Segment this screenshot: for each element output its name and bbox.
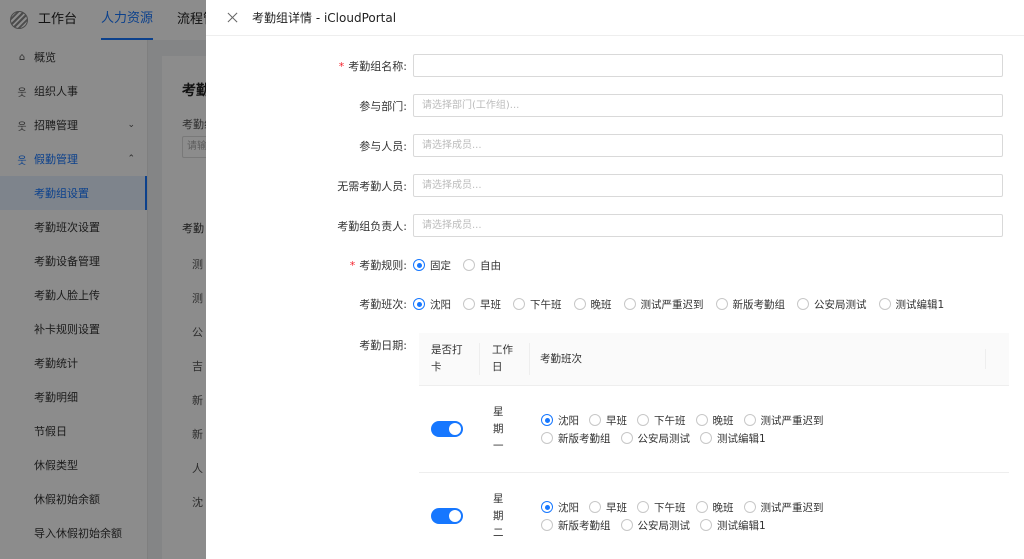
radio-dot-icon [463,259,475,271]
field-label: 考勤日期: [359,339,407,352]
radio-dot-icon [541,432,553,444]
rule-radio-free[interactable]: 自由 [463,258,501,273]
exempt-select[interactable]: 请选择成员... [413,174,1003,197]
radio-dot-icon [513,298,525,310]
th-punch: 是否打卡 [431,344,463,373]
shift-radio[interactable]: 沈阳 [413,297,451,312]
shift-radio[interactable]: 早班 [589,413,627,428]
table-row: 星期二 沈阳 早班 下午班 晚班 测试严重迟到 新版考勤组 公安局测试 测试编辑… [419,473,1009,559]
shift-radio-group: 沈阳 早班 下午班 晚班 测试严重迟到 新版考勤组 公安局测试 测试编辑1 [413,297,956,312]
field-label: 考勤班次: [359,298,407,311]
punch-toggle[interactable] [431,508,463,524]
shift-radio[interactable]: 新版考勤组 [715,297,785,312]
radio-dot-icon [413,259,425,271]
shift-radio[interactable]: 公安局测试 [797,297,867,312]
radio-dot-icon [797,298,809,310]
field-exempt: 无需考勤人员: 请选择成员... [206,174,1003,197]
field-label: 无需考勤人员: [337,179,407,193]
radio-dot-icon [637,414,649,426]
shift-radio[interactable]: 测试严重迟到 [623,297,704,312]
shift-radio[interactable]: 下午班 [637,500,686,515]
detail-drawer: 考勤组详情 - iCloudPortal * 考勤组名称: 参与部门: 请选择部门… [206,0,1024,559]
field-label: 考勤组负责人: [337,219,407,233]
shift-radio[interactable]: 新版考勤组 [541,431,611,446]
shift-radio[interactable]: 测试编辑1 [700,518,766,533]
th-day: 工作日 [479,343,529,375]
radio-dot-icon [695,501,708,513]
radio-dot-icon [541,519,553,531]
dept-select[interactable]: 请选择部门(工作组)... [413,94,1003,117]
shift-radio[interactable]: 晚班 [573,297,612,312]
drawer-title: 考勤组详情 - iCloudPortal [252,11,397,25]
radio-dot-icon [700,519,712,531]
row-shift-radio-group: 沈阳 早班 下午班 晚班 测试严重迟到 新版考勤组 公安局测试 测试编辑1 [541,500,841,533]
shift-radio[interactable]: 早班 [589,500,627,515]
shift-radio[interactable]: 公安局测试 [620,431,690,446]
field-owner: 考勤组负责人: 请选择成员... [206,214,1003,237]
radio-dot-icon [878,298,891,310]
shift-radio[interactable]: 测试严重迟到 [743,500,824,515]
date-table-header: 是否打卡 工作日 考勤班次 [419,333,1009,386]
row-shift-radio-group: 沈阳 早班 下午班 晚班 测试严重迟到 新版考勤组 公安局测试 测试编辑1 [541,413,841,446]
radio-dot-icon [620,432,633,444]
required-mark: * [338,59,345,73]
field-date: 考勤日期: [206,337,413,353]
field-dept: 参与部门: 请选择部门(工作组)... [206,94,1003,117]
field-label: * 考勤规则: [349,259,407,272]
radio-dot-icon [695,414,708,426]
shift-radio[interactable]: 测试编辑1 [700,431,766,446]
radio-dot-icon [541,501,553,513]
radio-dot-icon [589,414,601,426]
th-divider [985,349,1009,369]
field-label: 参与人员: [359,139,407,153]
members-select[interactable]: 请选择成员... [413,134,1003,157]
day-label: 星期二 [493,492,504,539]
radio-dot-icon [463,298,475,310]
radio-dot-icon [573,298,586,310]
shift-radio[interactable]: 测试严重迟到 [743,413,824,428]
owner-select[interactable]: 请选择成员... [413,214,1003,237]
radio-dot-icon [715,298,728,310]
day-label: 星期一 [493,405,504,452]
table-row: 星期一 沈阳 早班 下午班 晚班 测试严重迟到 新版考勤组 公安局测试 测试编辑… [419,386,1009,473]
shift-radio[interactable]: 下午班 [513,297,562,312]
radio-dot-icon [623,298,636,310]
required-mark: * [349,259,356,272]
radio-dot-icon [589,501,601,513]
shift-radio[interactable]: 新版考勤组 [541,518,611,533]
radio-dot-icon [743,501,756,513]
rule-radio-group: 固定 自由 [413,258,513,273]
radio-dot-icon [743,414,756,426]
drawer-header: 考勤组详情 - iCloudPortal [206,0,1024,36]
radio-dot-icon [541,414,553,426]
field-label: * 考勤组名称: [338,59,407,73]
shift-radio[interactable]: 沈阳 [541,500,579,515]
shift-radio[interactable]: 下午班 [637,413,686,428]
radio-dot-icon [700,432,712,444]
radio-dot-icon [620,519,633,531]
radio-dot-icon [637,501,649,513]
field-label: 参与部门: [359,99,407,113]
radio-dot-icon [413,298,425,310]
field-members: 参与人员: 请选择成员... [206,134,1003,157]
field-group-name: * 考勤组名称: [206,54,1003,77]
field-rule: * 考勤规则: 固定 自由 [206,257,513,273]
shift-radio[interactable]: 晚班 [695,413,734,428]
th-shift: 考勤班次 [529,343,985,375]
shift-radio[interactable]: 测试编辑1 [878,297,944,312]
rule-radio-fixed[interactable]: 固定 [413,258,451,273]
shift-radio[interactable]: 早班 [463,297,501,312]
shift-radio[interactable]: 晚班 [695,500,734,515]
punch-toggle[interactable] [431,421,463,437]
close-icon[interactable] [226,11,240,25]
group-name-input[interactable] [413,54,1003,77]
shift-radio[interactable]: 公安局测试 [620,518,690,533]
date-table: 是否打卡 工作日 考勤班次 星期一 沈阳 早班 下午班 晚班 测试严重迟到 新版… [419,333,1009,559]
shift-radio[interactable]: 沈阳 [541,413,579,428]
field-shift: 考勤班次: 沈阳 早班 下午班 晚班 测试严重迟到 新版考勤组 公安局测试 测试… [206,296,956,312]
